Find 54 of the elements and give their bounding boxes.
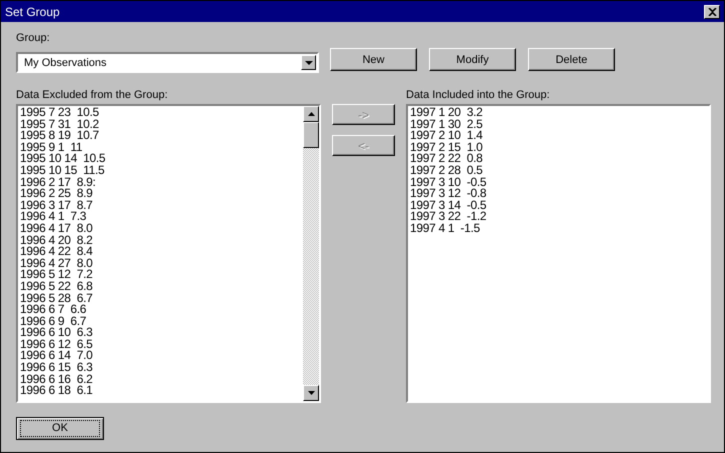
group-dropdown[interactable]: My Observations [16, 52, 319, 73]
group-label: Group: [16, 32, 51, 45]
action-button[interactable]: Delete [528, 48, 615, 71]
list-item[interactable]: 1996 2 17 8.9: [20, 176, 301, 188]
list-item[interactable]: 1996 5 28 6.7 [20, 292, 301, 304]
list-item[interactable]: 1997 2 22 0.8 [410, 153, 707, 165]
list-item[interactable]: 1996 4 22 8.4 [20, 246, 301, 258]
scrollbar[interactable] [303, 106, 319, 401]
dropdown-arrow-icon [304, 60, 312, 64]
list-item[interactable]: 1996 6 15 6.3 [20, 362, 301, 374]
window-title: Set Group [5, 4, 60, 18]
included-listbox[interactable]: 1997 1 20 3.2 1997 1 30 2.5 1997 2 10 1.4 1997 2 15 1.0 1997 2 22 0.8 1997 2 28 0.5 1997 3 10 -0.5 1997 3 12 -0.8 1997 3 14 -0.5 1997 3 22 -1.2 1997 4 1 -1.5 [406, 104, 711, 403]
list-item[interactable]: 1997 2 15 1.0 [410, 142, 707, 154]
list-item[interactable]: 1996 4 20 8.2 [20, 234, 301, 246]
list-item[interactable]: 1995 7 31 10.2 [20, 118, 301, 130]
excluded-label: Data Excluded from the Group: [16, 89, 169, 102]
action-button[interactable]: New [330, 48, 417, 71]
list-item[interactable]: 1996 6 9 6.7 [20, 316, 301, 328]
list-item[interactable]: 1997 3 22 -1.2 [410, 211, 707, 223]
list-item[interactable]: 1996 5 12 7.2 [20, 269, 301, 281]
scroll-thumb[interactable] [303, 122, 319, 148]
list-item[interactable]: 1997 1 20 3.2 [410, 107, 707, 119]
action-button[interactable]: Modify [429, 48, 516, 71]
list-item[interactable]: 1996 2 25 8.9 [20, 188, 301, 200]
list-item[interactable]: 1995 8 19 10.7 [20, 130, 301, 142]
list-item[interactable]: 1995 10 15 11.5 [20, 164, 301, 177]
close-button[interactable] [704, 4, 720, 18]
ok-button[interactable]: OK [16, 417, 104, 440]
list-item[interactable]: 1996 6 18 6.1 [20, 385, 301, 397]
list-item[interactable]: 1996 6 12 6.5 [20, 338, 301, 350]
close-icon [708, 8, 716, 16]
list-item[interactable]: 1995 10 14 10.5 [20, 153, 301, 165]
excluded-listbox[interactable] [16, 104, 321, 403]
list-item[interactable]: 1997 2 28 0.5 [410, 164, 707, 177]
list-item[interactable]: 1997 3 12 -0.8 [410, 188, 707, 200]
list-item[interactable]: 1996 5 22 6.8 [20, 280, 301, 292]
list-item[interactable]: 1995 7 23 10.5 [20, 107, 301, 119]
included-label: Data Included into the Group: [406, 89, 551, 102]
down-arrow-icon [308, 391, 314, 395]
list-item[interactable]: 1997 3 14 -0.5 [410, 200, 707, 212]
list-item[interactable]: 1996 4 17 8.0 [20, 222, 301, 235]
list-item[interactable]: 1996 6 10 6.3 [20, 327, 301, 339]
list-item[interactable]: 1997 1 30 2.5 [410, 118, 707, 130]
list-item[interactable]: 1997 2 10 1.4 [410, 130, 707, 142]
list-item[interactable]: 1996 4 27 8.0 [20, 258, 301, 270]
list-item[interactable]: 1996 3 17 8.7 [20, 200, 301, 212]
list-item[interactable]: 1996 6 7 6.6 [20, 304, 301, 316]
list-item[interactable]: 1996 6 16 6.2 [20, 374, 301, 386]
list-item[interactable]: 1996 6 14 7.0 [20, 350, 301, 362]
list-item[interactable]: 1996 4 1 7.3 [20, 211, 301, 223]
list-item[interactable]: 1995 9 1 11 [20, 142, 301, 154]
up-arrow-icon [308, 112, 314, 116]
list-item[interactable]: 1997 4 1 -1.5 [410, 222, 707, 235]
list-item[interactable]: 1997 3 10 -0.5 [410, 176, 707, 188]
